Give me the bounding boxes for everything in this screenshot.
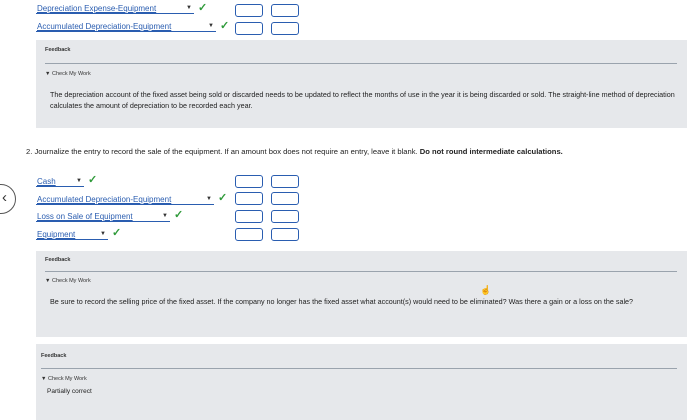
feedback-panel: Feedback ▼ Check My Work ☝ Be sure to re… (36, 251, 687, 337)
feedback-panel: Feedback ▼ Check My Work Partially corre… (36, 344, 687, 420)
caret-down-icon: ▼ (76, 178, 82, 184)
checkmark-icon: ✓ (88, 174, 98, 186)
check-my-work-label: Check My Work (51, 278, 91, 284)
feedback-panel: Feedback ▼ Check My Work The depreciatio… (36, 40, 687, 128)
status-text: Partially correct (47, 388, 92, 395)
caret-down-icon: ▼ (186, 5, 192, 11)
account-select-label: Accumulated Depreciation-Equipment (37, 22, 172, 31)
checkmark-icon: ✓ (112, 227, 122, 239)
account-select-cash[interactable]: Cash ▼ (36, 176, 84, 187)
account-select-label: Accumulated Depreciation-Equipment (37, 195, 172, 204)
question-number: 2. (26, 147, 33, 156)
account-select-accumulated-depreciation[interactable]: Accumulated Depreciation-Equipment ▼ (36, 194, 214, 205)
check-my-work-label: Check My Work (51, 71, 91, 77)
account-select-accumulated-depreciation[interactable]: Accumulated Depreciation-Equipment ▼ (36, 21, 216, 32)
caret-down-icon: ▼ (100, 231, 106, 237)
feedback-text: The depreciation account of the fixed as… (50, 90, 675, 110)
debit-amount-input[interactable] (235, 210, 263, 223)
feedback-title: Feedback (45, 47, 71, 53)
check-my-work-label: Check My Work (47, 376, 87, 382)
caret-down-icon: ▼ (206, 196, 212, 202)
question-2: 2. Journalize the entry to record the sa… (26, 147, 563, 156)
account-select-label: Depreciation Expense-Equipment (37, 4, 157, 13)
question-emphasis: Do not round intermediate calculations. (419, 147, 563, 156)
credit-amount-input[interactable] (271, 228, 299, 241)
credit-amount-input[interactable] (271, 210, 299, 223)
account-select-label: Equipment (37, 230, 76, 239)
debit-amount-input[interactable] (235, 22, 263, 35)
divider (41, 368, 677, 369)
hand-cursor-icon: ☝ (480, 285, 492, 295)
check-my-work-toggle[interactable]: ▼ Check My Work (45, 71, 91, 77)
divider (45, 271, 677, 272)
feedback-title: Feedback (45, 257, 71, 263)
account-select-equipment[interactable]: Equipment ▼ (36, 229, 108, 240)
debit-amount-input[interactable] (235, 4, 263, 17)
check-my-work-toggle[interactable]: ▼ Check My Work (41, 376, 87, 382)
checkmark-icon: ✓ (220, 20, 230, 32)
chevron-left-icon: ‹ (2, 189, 7, 206)
debit-amount-input[interactable] (235, 192, 263, 205)
checkmark-icon: ✓ (218, 192, 228, 204)
credit-amount-input[interactable] (271, 175, 299, 188)
feedback-title: Feedback (41, 353, 67, 359)
feedback-text: Be sure to record the selling price of t… (50, 297, 634, 306)
credit-amount-input[interactable] (271, 4, 299, 17)
caret-down-icon: ▼ (208, 23, 214, 29)
account-select-label: Cash (37, 177, 56, 186)
back-button[interactable]: ‹ (0, 184, 16, 214)
check-my-work-toggle[interactable]: ▼ Check My Work (45, 278, 91, 284)
debit-amount-input[interactable] (235, 228, 263, 241)
account-select-label: Loss on Sale of Equipment (37, 212, 133, 221)
divider (45, 63, 677, 64)
account-select-depreciation-expense[interactable]: Depreciation Expense-Equipment ▼ (36, 3, 194, 14)
debit-amount-input[interactable] (235, 175, 263, 188)
checkmark-icon: ✓ (174, 209, 184, 221)
checkmark-icon: ✓ (198, 2, 208, 14)
caret-down-icon: ▼ (162, 213, 168, 219)
question-text: Journalize the entry to record the sale … (34, 147, 418, 156)
account-select-loss-on-sale[interactable]: Loss on Sale of Equipment ▼ (36, 211, 170, 222)
credit-amount-input[interactable] (271, 22, 299, 35)
credit-amount-input[interactable] (271, 192, 299, 205)
